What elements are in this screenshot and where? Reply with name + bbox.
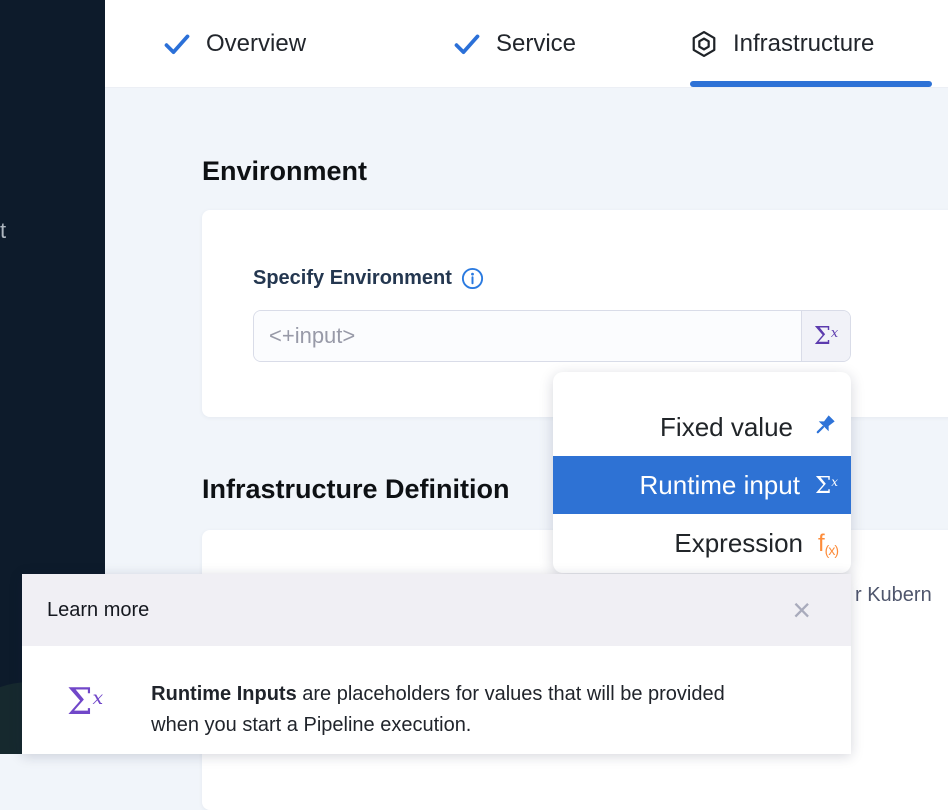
sidebar-partial-label: t [0, 218, 6, 244]
expression-fx-icon: f(x) [818, 529, 838, 557]
tab-service-label: Service [496, 30, 576, 58]
stage-tab-bar: Overview Service Infrastructure [105, 0, 948, 88]
learn-more-title: Learn more [47, 599, 149, 622]
infrastructure-definition-heading: Infrastructure Definition [202, 474, 510, 505]
menu-item-fixed-value-label: Fixed value [660, 412, 793, 443]
tab-overview-label: Overview [206, 30, 306, 58]
hexagon-environment-icon [690, 30, 718, 58]
sigma-runtime-input-icon: Σx [815, 472, 838, 498]
environment-input[interactable] [254, 311, 801, 361]
menu-item-expression[interactable]: Expression f(x) [553, 514, 851, 572]
sigma-runtime-input-icon: Σx [814, 324, 838, 348]
pin-icon [808, 412, 838, 442]
learn-more-text: Runtime Inputs are placeholders for valu… [151, 679, 736, 741]
specify-environment-label: Specify Environment [253, 267, 452, 290]
tab-service[interactable]: Service [453, 0, 576, 88]
infrastructure-partial-text: r Kubern [855, 584, 932, 607]
environment-heading: Environment [202, 156, 367, 187]
menu-item-expression-label: Expression [674, 528, 803, 559]
info-icon[interactable] [461, 267, 484, 290]
check-icon [453, 30, 481, 58]
value-type-menu: Fixed value Runtime input Σx Expression … [553, 372, 851, 573]
tab-infrastructure-label: Infrastructure [733, 30, 874, 58]
sigma-runtime-input-icon: Σx [67, 685, 103, 741]
active-tab-underline [690, 81, 932, 87]
learn-more-header: Learn more × [22, 574, 851, 646]
learn-more-body: Σx Runtime Inputs are placeholders for v… [22, 646, 851, 741]
tab-infrastructure[interactable]: Infrastructure [690, 0, 874, 88]
learn-more-popover: Learn more × Σx Runtime Inputs are place… [22, 574, 851, 754]
environment-input-group: Σx [253, 310, 851, 362]
check-icon [163, 30, 191, 58]
menu-item-fixed-value[interactable]: Fixed value [553, 398, 851, 456]
menu-item-runtime-input[interactable]: Runtime input Σx [553, 456, 851, 514]
close-icon[interactable]: × [792, 594, 811, 626]
learn-more-text-bold: Runtime Inputs [151, 683, 297, 705]
tab-overview[interactable]: Overview [163, 0, 306, 88]
menu-item-runtime-input-label: Runtime input [640, 470, 800, 501]
value-type-selector-button[interactable]: Σx [801, 311, 850, 361]
